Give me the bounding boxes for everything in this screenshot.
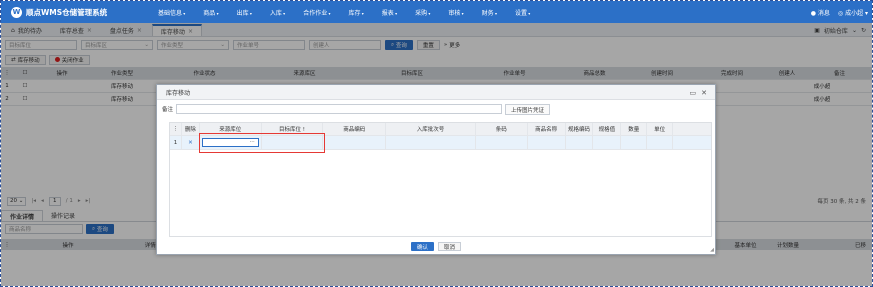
menu-audit[interactable]: 审核 [439, 8, 472, 17]
col-header: 规格编码 [566, 123, 594, 135]
col-menu[interactable]: ⋮ [170, 123, 182, 135]
logo-icon: W [11, 6, 22, 18]
remark-input[interactable] [176, 104, 503, 114]
cancel-button[interactable]: 取消 [438, 242, 462, 251]
remark-row: 备注 [162, 104, 503, 114]
menu-base-info[interactable]: 基础信息 [149, 8, 194, 17]
menu-finance[interactable]: 财务 [473, 8, 506, 17]
top-nav: W 顺点WMS仓储管理系统 基础信息 商品 出库 入库 合作作业 库存 报表 采… [1, 1, 872, 23]
menu-outbound[interactable]: 出库 [228, 8, 261, 17]
col-header: 规格值 [593, 123, 622, 135]
user-menu[interactable]: ◎ 成小超 ▾ [838, 8, 868, 17]
main-menu: 基础信息 商品 出库 入库 合作作业 库存 报表 采购 审核 财务 设置 [149, 8, 539, 17]
user-icon: ◎ [837, 9, 844, 17]
close-icon[interactable]: ✕ [701, 89, 707, 97]
highlight-box [199, 133, 325, 153]
col-header: 入库批次号 [386, 123, 476, 135]
col-header: 商品名称 [528, 123, 566, 135]
logo[interactable]: W 顺点WMS仓储管理系统 [11, 6, 149, 18]
col-header: 条码 [476, 123, 528, 135]
upload-image-button[interactable]: 上传图片凭证 [505, 104, 551, 115]
col-header: 删除 [182, 123, 200, 135]
dialog-title: 库存移动 [166, 89, 191, 97]
confirm-button[interactable]: 确认 [410, 242, 434, 251]
app-window: { "header":{ "logo_mark":"W", "app_title… [0, 0, 873, 287]
remark-label: 备注 [162, 107, 174, 113]
menu-purchase[interactable]: 采购 [406, 8, 439, 17]
menu-goods[interactable]: 商品 [194, 8, 227, 17]
stock-move-dialog: 库存移动 ▭ ✕ 备注 上传图片凭证 ⋮ 删除 来源库位 目标库位 ! 商品编码… [156, 84, 716, 255]
menu-coop[interactable]: 合作作业 [294, 8, 339, 17]
resize-handle-icon[interactable]: ◢ [710, 247, 714, 253]
dialog-header: 库存移动 ▭ ✕ [157, 85, 715, 100]
menu-inventory[interactable]: 库存 [339, 8, 372, 17]
menu-inbound[interactable]: 入库 [261, 8, 294, 17]
menu-settings[interactable]: 设置 [506, 8, 539, 17]
col-header: 商品编码 [323, 123, 387, 135]
delete-row-icon[interactable]: ✕ [182, 136, 200, 149]
app-title: 顺点WMS仓储管理系统 [26, 7, 108, 17]
message-link[interactable]: ● 消息 [811, 8, 830, 17]
col-header: 数量 [621, 123, 648, 135]
bell-icon: ● [810, 9, 816, 17]
maximize-icon[interactable]: ▭ [690, 89, 697, 97]
menu-reports[interactable]: 报表 [373, 8, 406, 17]
col-header: 单位 [647, 123, 674, 135]
dialog-footer: 确认 取消 [157, 239, 715, 254]
top-right: ● 消息 ◎ 成小超 ▾ [811, 1, 868, 23]
